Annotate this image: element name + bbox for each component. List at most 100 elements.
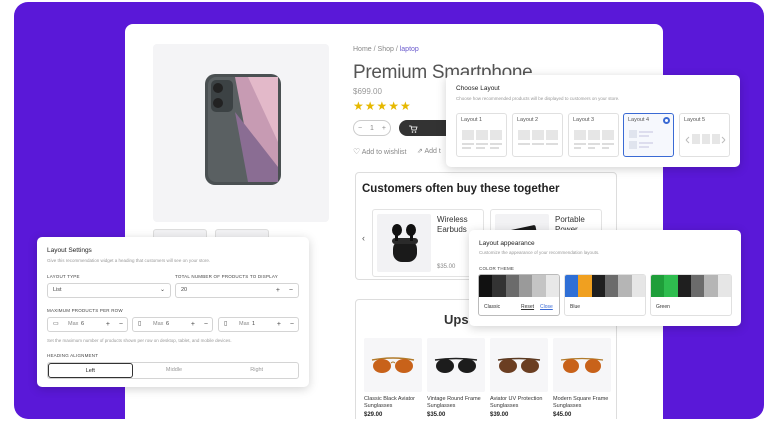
max-prefix: Max [68, 321, 79, 327]
breadcrumb-shop[interactable]: Shop [378, 46, 394, 53]
fbt-title: Customers often buy these together [362, 183, 560, 195]
align-right-option[interactable]: Right [215, 363, 298, 378]
color-swatches [651, 275, 731, 297]
layout-option-2[interactable]: Layout 2 [512, 113, 563, 157]
layout-settings-panel: Layout Settings Give this recommendation… [37, 237, 309, 387]
upsell-product-card[interactable]: Aviator UV Protection Sunglasses $39.00 [490, 338, 548, 418]
chevron-left-icon[interactable]: ‹ [362, 233, 365, 243]
align-left-option[interactable]: Left [48, 363, 133, 378]
theme-green[interactable]: Green [650, 274, 732, 316]
mobile-max-stepper[interactable]: ▯ Max 1 + − [218, 317, 299, 332]
selected-radio-icon [663, 117, 670, 124]
product-name: Vintage Round Frame Sunglasses [427, 396, 481, 409]
layout-option-label: Layout 3 [573, 117, 595, 123]
layout-list-icon [629, 130, 653, 149]
reset-link[interactable]: Reset [521, 304, 534, 310]
add-link-label: Add t [424, 148, 441, 155]
tablet-max-value: 6 [166, 321, 170, 327]
sunglasses-image [497, 357, 541, 373]
tablet-max-stepper[interactable]: ▯ Max 6 + − [132, 317, 213, 332]
breadcrumb: Home / Shop / laptop [353, 46, 419, 53]
layout-grid-icon [574, 130, 614, 149]
desktop-max-stepper[interactable]: ▭ Max 6 + − [47, 317, 128, 332]
rating-stars: ★★★★★ [353, 99, 412, 113]
layout-grid-icon [462, 130, 502, 149]
align-middle-option[interactable]: Middle [133, 363, 216, 378]
breadcrumb-home[interactable]: Home [353, 46, 372, 53]
sunglasses-image [434, 357, 478, 373]
product-thumbnail [427, 338, 485, 392]
layout-option-label: Layout 4 [628, 117, 650, 123]
layout-option-1[interactable]: Layout 1 [456, 113, 507, 157]
heart-icon: ♡ [353, 147, 361, 156]
chevron-down-icon: ⌄ [159, 287, 165, 293]
cart-icon [409, 125, 418, 133]
layout-type-select[interactable]: List ⌄ [47, 283, 171, 298]
layout-option-5[interactable]: Layout 5 [679, 113, 730, 157]
increment-button[interactable]: + [106, 318, 110, 331]
max-prefix: Max [239, 321, 250, 327]
panel-subtitle: Choose how recommended products will be … [456, 96, 620, 101]
color-swatches [565, 275, 645, 297]
color-swatches [479, 275, 559, 297]
decrement-button[interactable]: − [204, 318, 208, 331]
product-price: $35.00 [437, 264, 456, 270]
total-products-value: 20 [181, 287, 188, 293]
qty-value: 1 [370, 124, 374, 132]
upsell-product-card[interactable]: Classic Black Aviator Sunglasses $29.00 [364, 338, 422, 418]
product-name: Aviator UV Protection Sunglasses [490, 396, 543, 409]
layout-option-4[interactable]: Layout 4 [623, 113, 674, 157]
product-thumbnail [553, 338, 611, 392]
qty-plus-button[interactable]: + [382, 125, 386, 132]
breadcrumb-current: laptop [399, 46, 419, 53]
choose-layout-panel: Choose Layout Choose how recommended pro… [446, 75, 740, 167]
mobile-icon: ▯ [224, 321, 228, 327]
max-prefix: Max [153, 321, 164, 327]
panel-subtitle: Customize the appearance of your recomme… [479, 250, 600, 255]
layout-type-label: LAYOUT TYPE [47, 274, 80, 279]
layout-appearance-panel: Layout appearance Customize the appearan… [469, 230, 741, 326]
product-price: $35.00 [427, 412, 446, 418]
theme-name: Blue [570, 304, 581, 310]
theme-classic[interactable]: Classic Reset Close [478, 274, 560, 316]
upsell-product-card[interactable]: Vintage Round Frame Sunglasses $35.00 [427, 338, 485, 418]
sunglasses-image [560, 357, 604, 373]
earbuds-image [392, 224, 418, 262]
heading-alignment-control: Left Middle Right [47, 362, 299, 379]
wishlist-label: Add to wishlist [361, 149, 407, 156]
product-thumbnail [490, 338, 548, 392]
wishlist-link[interactable]: ♡ Add to wishlist [353, 147, 406, 156]
close-link[interactable]: Close [540, 304, 553, 310]
layout-option-label: Layout 2 [517, 117, 539, 123]
desktop-icon: ▭ [53, 321, 59, 327]
increment-button[interactable]: + [276, 284, 280, 297]
total-products-stepper[interactable]: 20 + − [175, 283, 299, 298]
layout-carousel-icon [685, 134, 726, 144]
fbt-product-card[interactable]: Wireless Earbuds $35.00 [372, 209, 484, 277]
upsell-product-card[interactable]: Modern Square Frame Sunglasses $45.00 [553, 338, 611, 418]
sunglasses-image [371, 357, 415, 373]
layout-option-label: Layout 5 [684, 117, 706, 123]
add-link[interactable]: ⇗ Add t [417, 147, 441, 155]
quantity-stepper[interactable]: − 1 + [353, 120, 391, 136]
heading-alignment-label: HEADING ALIGNMENT [47, 353, 99, 358]
theme-blue[interactable]: Blue [564, 274, 646, 316]
layout-grid-icon [518, 130, 558, 145]
decrement-button[interactable]: − [119, 318, 123, 331]
decrement-button[interactable]: − [289, 284, 293, 297]
product-thumbnail [377, 214, 431, 272]
share-icon: ⇗ [417, 148, 423, 155]
panel-title: Layout Settings [47, 247, 92, 254]
product-name: Modern Square Frame Sunglasses [553, 396, 609, 409]
theme-name: Classic [484, 304, 501, 310]
product-thumbnail [364, 338, 422, 392]
qty-minus-button[interactable]: − [358, 125, 362, 132]
layout-type-value: List [53, 287, 62, 293]
increment-button[interactable]: + [191, 318, 195, 331]
decrement-button[interactable]: − [290, 318, 294, 331]
increment-button[interactable]: + [277, 318, 281, 331]
mobile-max-value: 1 [252, 321, 256, 327]
layout-option-3[interactable]: Layout 3 [568, 113, 619, 157]
panel-title: Choose Layout [456, 85, 500, 92]
product-price: $39.00 [490, 412, 509, 418]
